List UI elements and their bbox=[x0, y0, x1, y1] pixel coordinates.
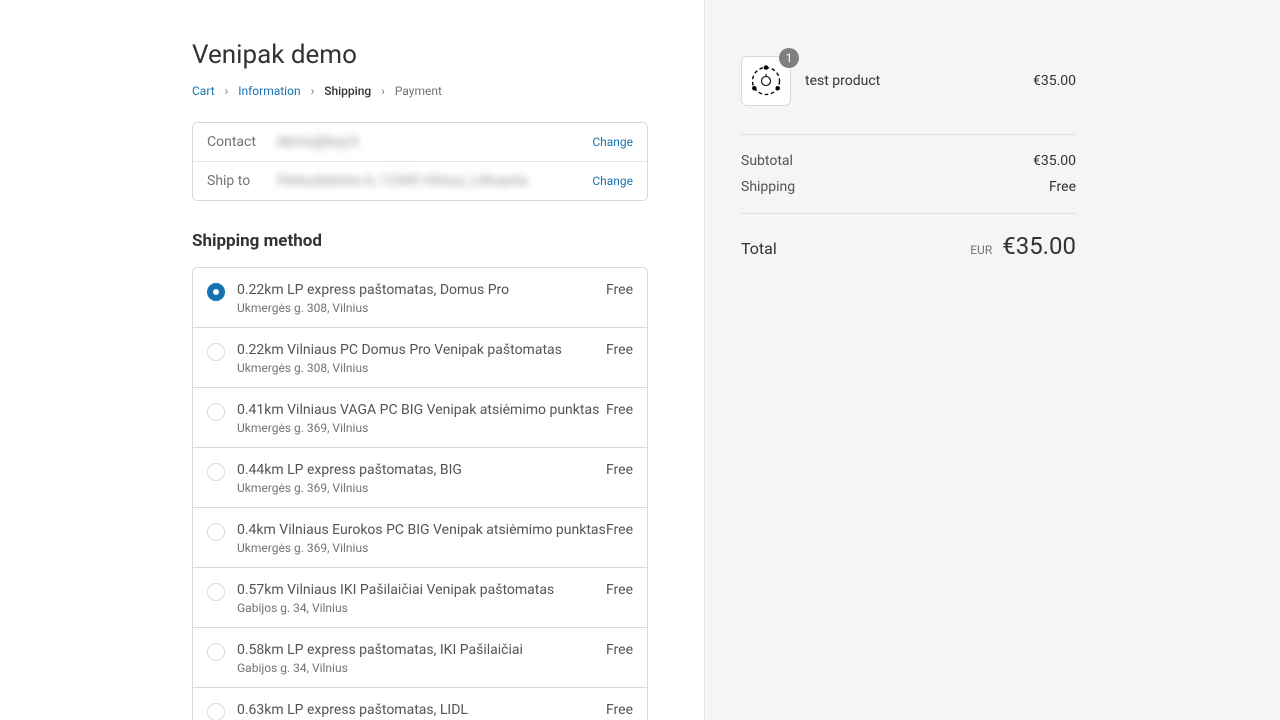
shipping-option-price: Free bbox=[606, 282, 633, 298]
radio-button[interactable] bbox=[207, 703, 225, 720]
shipping-option-price: Free bbox=[606, 522, 633, 538]
shipping-method-list: 0.22km LP express paštomatas, Domus Pro U… bbox=[192, 267, 648, 720]
radio-button[interactable] bbox=[207, 283, 225, 301]
shipping-option[interactable]: 0.22km Vilniaus PC Domus Pro Venipak paš… bbox=[193, 327, 647, 387]
shipping-option-text: 0.63km LP express paštomatas, LIDLS. Nėr… bbox=[237, 702, 606, 720]
chevron-right-icon: › bbox=[311, 84, 315, 98]
shipping-option-price: Free bbox=[606, 642, 633, 658]
total-row: Total EUR €35.00 bbox=[741, 213, 1076, 260]
total-amount: €35.00 bbox=[1002, 232, 1076, 260]
product-price: €35.00 bbox=[1033, 73, 1076, 89]
shipto-value: Perkunkiemio 6, 12345 Vilnius, Lithuania bbox=[277, 173, 592, 189]
shipping-option-address: Ukmergės g. 369, Vilnius bbox=[237, 541, 606, 555]
radio-button[interactable] bbox=[207, 463, 225, 481]
contact-row: Contact demo@buy.lt Change bbox=[193, 123, 647, 161]
product-thumbnail-wrap: 1 bbox=[741, 56, 791, 106]
quantity-badge: 1 bbox=[779, 48, 799, 68]
contact-value: demo@buy.lt bbox=[277, 134, 592, 150]
shipping-option-address: Gabijos g. 34, Vilnius bbox=[237, 601, 606, 615]
radio-button[interactable] bbox=[207, 523, 225, 541]
radio-button[interactable] bbox=[207, 403, 225, 421]
shipto-row: Ship to Perkunkiemio 6, 12345 Vilnius, L… bbox=[193, 161, 647, 200]
page-title: Venipak demo bbox=[192, 40, 648, 70]
shipping-option-title: 0.58km LP express paštomatas, IKI Pašila… bbox=[237, 642, 606, 658]
shipping-option[interactable]: 0.4km Vilniaus Eurokos PC BIG Venipak at… bbox=[193, 507, 647, 567]
shipping-option-text: 0.41km Vilniaus VAGA PC BIG Venipak atsi… bbox=[237, 402, 606, 435]
shipping-option-text: 0.22km LP express paštomatas, Domus Pro U… bbox=[237, 282, 606, 315]
shipping-cost-label: Shipping bbox=[741, 179, 795, 195]
shipping-option-price: Free bbox=[606, 702, 633, 718]
shipping-option[interactable]: 0.57km Vilniaus IKI Pašilaičiai Venipak … bbox=[193, 567, 647, 627]
subtotal-label: Subtotal bbox=[741, 153, 793, 169]
change-shipto-link[interactable]: Change bbox=[592, 174, 633, 188]
product-name: test product bbox=[805, 73, 1033, 89]
shipping-option-address: Ukmergės g. 308, Vilnius bbox=[237, 301, 606, 315]
cart-item-row: 1 test product €35.00 bbox=[741, 56, 1076, 106]
shipping-option[interactable]: 0.58km LP express paštomatas, IKI Pašila… bbox=[193, 627, 647, 687]
shipping-option-text: 0.44km LP express paštomatas, BIG Ukmergė… bbox=[237, 462, 606, 495]
subtotal-value: €35.00 bbox=[1033, 153, 1076, 169]
shipping-option-text: 0.22km Vilniaus PC Domus Pro Venipak paš… bbox=[237, 342, 606, 375]
contact-label: Contact bbox=[207, 134, 277, 150]
shipping-option[interactable]: 0.22km LP express paštomatas, Domus Pro U… bbox=[193, 268, 647, 327]
shipping-option-text: 0.4km Vilniaus Eurokos PC BIG Venipak at… bbox=[237, 522, 606, 555]
product-icon bbox=[748, 63, 784, 99]
shipping-option-address: Gabijos g. 34, Vilnius bbox=[237, 661, 606, 675]
shipping-method-heading: Shipping method bbox=[192, 231, 648, 251]
shipping-cost-row: Shipping Free bbox=[741, 179, 1076, 195]
shipping-option-title: 0.22km Vilniaus PC Domus Pro Venipak paš… bbox=[237, 342, 606, 358]
shipping-option-title: 0.57km Vilniaus IKI Pašilaičiai Venipak … bbox=[237, 582, 606, 598]
breadcrumb-payment: Payment bbox=[395, 84, 442, 98]
breadcrumb-shipping: Shipping bbox=[324, 84, 371, 98]
radio-button[interactable] bbox=[207, 643, 225, 661]
shipping-option[interactable]: 0.44km LP express paštomatas, BIG Ukmergė… bbox=[193, 447, 647, 507]
shipping-option[interactable]: 0.41km Vilniaus VAGA PC BIG Venipak atsi… bbox=[193, 387, 647, 447]
chevron-right-icon: › bbox=[225, 84, 229, 98]
shipping-option-title: 0.44km LP express paštomatas, BIG bbox=[237, 462, 606, 478]
shipping-option-address: Ukmergės g. 308, Vilnius bbox=[237, 361, 606, 375]
order-summary: Subtotal €35.00 Shipping Free bbox=[741, 134, 1076, 213]
shipping-cost-value: Free bbox=[1049, 179, 1076, 195]
breadcrumb: Cart › Information › Shipping › Payment bbox=[192, 84, 648, 98]
shipping-option-price: Free bbox=[606, 342, 633, 358]
breadcrumb-cart[interactable]: Cart bbox=[192, 84, 215, 98]
chevron-right-icon: › bbox=[381, 84, 385, 98]
shipping-option[interactable]: 0.63km LP express paštomatas, LIDLS. Nėr… bbox=[193, 687, 647, 720]
subtotal-row: Subtotal €35.00 bbox=[741, 153, 1076, 169]
shipping-option-address: Ukmergės g. 369, Vilnius bbox=[237, 421, 606, 435]
currency-code: EUR bbox=[970, 243, 992, 257]
shipping-option-text: 0.58km LP express paštomatas, IKI Pašila… bbox=[237, 642, 606, 675]
shipping-option-address: Ukmergės g. 369, Vilnius bbox=[237, 481, 606, 495]
breadcrumb-information[interactable]: Information bbox=[238, 84, 300, 98]
shipping-option-price: Free bbox=[606, 402, 633, 418]
shipping-option-price: Free bbox=[606, 582, 633, 598]
shipping-option-title: 0.22km LP express paštomatas, Domus Pro bbox=[237, 282, 606, 298]
shipping-option-title: 0.4km Vilniaus Eurokos PC BIG Venipak at… bbox=[237, 522, 606, 538]
shipping-option-title: 0.41km Vilniaus VAGA PC BIG Venipak atsi… bbox=[237, 402, 606, 418]
contact-ship-info-box: Contact demo@buy.lt Change Ship to Perku… bbox=[192, 122, 648, 201]
radio-button[interactable] bbox=[207, 343, 225, 361]
radio-button[interactable] bbox=[207, 583, 225, 601]
total-label: Total bbox=[741, 239, 777, 258]
shipping-option-price: Free bbox=[606, 462, 633, 478]
change-contact-link[interactable]: Change bbox=[592, 135, 633, 149]
shipping-option-text: 0.57km Vilniaus IKI Pašilaičiai Venipak … bbox=[237, 582, 606, 615]
shipping-option-title: 0.63km LP express paštomatas, LIDL bbox=[237, 702, 606, 718]
shipto-label: Ship to bbox=[207, 173, 277, 189]
